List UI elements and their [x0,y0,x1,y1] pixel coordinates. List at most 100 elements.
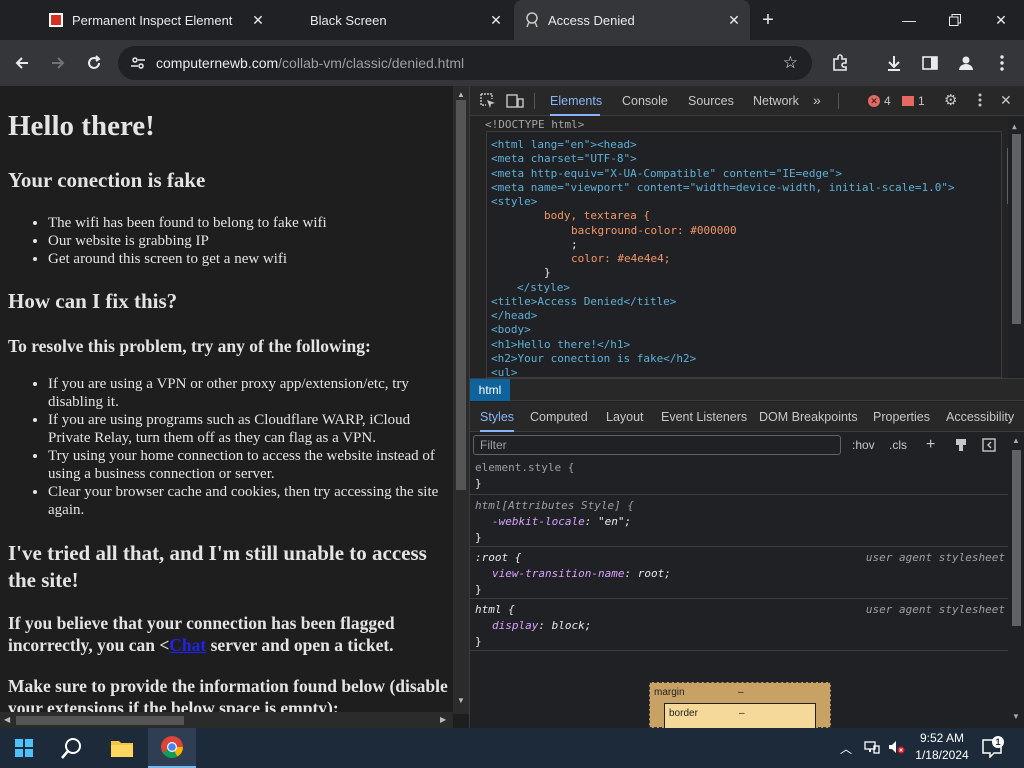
dom-line[interactable]: ; [571,238,578,252]
dom-line[interactable]: <meta http-equiv="X-UA-Compatible" conte… [491,167,842,181]
tab-black-screen[interactable]: Black Screen ✕ [276,0,512,40]
error-count[interactable]: ✕ 4 [868,94,891,108]
scroll-up-arrow-icon[interactable]: ▲ [1012,120,1017,134]
dom-line[interactable]: <style> [491,195,537,209]
show-hidden-icons-icon[interactable]: ︿ [840,740,852,757]
dom-line[interactable]: </style> [517,281,570,295]
dom-outer-scroll-thumb[interactable] [1012,134,1021,324]
file-explorer-icon[interactable] [98,728,146,768]
styles-scrollbar[interactable]: ▲ ▼ [1008,432,1024,728]
tab-title: Permanent Inspect Element [72,12,233,28]
new-tab-icon[interactable]: + [752,4,784,36]
scroll-down-arrow-icon[interactable]: ▼ [1012,712,1020,721]
tab-layout[interactable]: Layout [606,402,644,432]
tab-properties[interactable]: Properties [873,402,930,432]
restore-icon[interactable] [932,0,978,40]
close-tab-icon[interactable]: ✕ [726,12,742,28]
reload-icon[interactable] [78,47,110,79]
dom-line[interactable]: color: #e4e4e4; [571,252,670,266]
rule-declaration[interactable]: display: block; [492,618,591,634]
dom-line[interactable]: <ul> [491,366,518,378]
breadcrumb-html[interactable]: html [470,379,510,401]
windows-start-icon[interactable] [0,728,48,768]
minimize-icon[interactable]: — [886,0,932,40]
dom-line[interactable]: background-color: #000000 [571,224,737,238]
filter-input[interactable]: Filter [473,435,841,455]
scroll-down-arrow-icon[interactable]: ▼ [457,696,465,705]
issues-count[interactable]: 1 [902,94,925,108]
dom-line[interactable]: <meta charset="UTF-8"> [491,152,637,166]
page-scroll-thumb[interactable] [456,100,466,490]
tab-dom-breakpoints[interactable]: DOM Breakpoints [759,402,858,432]
cls-button[interactable]: .cls [889,436,907,454]
forward-icon[interactable] [42,47,74,79]
css-property: -webkit-locale [492,515,585,528]
dom-line[interactable]: <h2>Your conection is fake</h2> [491,352,696,366]
dom-line[interactable]: <h1>Hello there!</h1> [491,338,630,352]
new-style-rule-icon[interactable]: + [926,436,935,454]
tab-elements[interactable]: Elements [550,86,602,116]
border-value[interactable]: – [739,708,745,719]
rule-html[interactable]: html { user agent stylesheet display: bl… [470,600,1008,651]
page-horizontal-scrollbar[interactable]: ◀ ▶ [0,712,453,728]
dom-line[interactable]: </head> [491,309,537,323]
rule-element-style[interactable]: element.style { } [470,458,1008,495]
close-tab-icon[interactable]: ✕ [488,12,504,28]
tab-accessibility[interactable]: Accessibility [946,402,1014,432]
system-clock[interactable]: 9:52 AM 1/18/2024 [910,730,974,764]
scroll-up-arrow-icon[interactable]: ▲ [1012,436,1020,445]
site-info-icon[interactable] [130,55,146,71]
dom-line[interactable]: <body> [491,323,531,337]
chrome-taskbar-icon[interactable] [148,728,196,768]
margin-value[interactable]: – [738,687,744,698]
styles-scroll-thumb[interactable] [1012,450,1021,626]
hov-button[interactable]: :hov [852,436,875,454]
menu-dots-icon[interactable] [986,47,1018,79]
tab-styles[interactable]: Styles [480,402,515,432]
scroll-left-arrow-icon[interactable]: ◀ [4,715,10,724]
tab-computed[interactable]: Computed [530,402,588,432]
more-tabs-icon[interactable]: » [813,92,821,108]
dom-line[interactable]: <title>Access Denied</title> [491,295,676,309]
back-icon[interactable] [6,47,38,79]
dom-outer-scrollbar[interactable]: ▲ [1008,116,1024,378]
notifications-icon[interactable]: 1 [982,736,1004,763]
address-bar[interactable]: computernewb.com/collab-vm/classic/denie… [118,46,812,80]
page-hscroll-thumb[interactable] [16,716,184,725]
inspect-element-icon[interactable] [480,93,496,114]
side-panel-icon[interactable] [914,47,946,79]
chat-link[interactable]: Chat [169,635,206,655]
tab-network[interactable]: Network [753,86,799,116]
rule-root[interactable]: :root { user agent stylesheet view-trans… [470,548,1008,599]
device-toolbar-icon[interactable] [506,93,524,114]
settings-gear-icon[interactable]: ⚙ [944,93,957,108]
tab-access-denied[interactable]: Access Denied ✕ [514,0,750,40]
scroll-right-arrow-icon[interactable]: ▶ [440,715,446,724]
tab-permanent-inspect-element[interactable]: Permanent Inspect Element ✕ [38,0,274,40]
extensions-icon[interactable] [824,47,856,79]
scroll-up-arrow-icon[interactable]: ▲ [457,90,465,99]
dom-line[interactable]: } [544,266,551,280]
close-window-icon[interactable]: ✕ [978,0,1024,40]
bookmark-star-icon[interactable]: ☆ [783,54,798,71]
dom-line[interactable]: <meta name="viewport" content="width=dev… [491,181,955,195]
page-vertical-scrollbar[interactable]: ▲ ▼ [453,86,469,714]
close-devtools-icon[interactable]: ✕ [1000,92,1012,109]
search-icon[interactable] [48,728,96,768]
element-state-icon[interactable] [954,438,968,457]
rule-declaration[interactable]: view-transition-name: root; [492,566,671,582]
dom-line[interactable]: body, textarea { [544,209,650,223]
rule-attributes-style[interactable]: html[Attributes Style] { -webkit-locale:… [470,496,1008,547]
download-icon[interactable] [878,47,910,79]
close-tab-icon[interactable]: ✕ [250,12,266,28]
tab-console[interactable]: Console [622,86,668,116]
devtools-menu-icon[interactable] [978,93,982,112]
tab-sources[interactable]: Sources [688,86,734,116]
toggle-sidebar-icon[interactable] [982,438,996,457]
volume-muted-icon[interactable] [888,740,906,757]
rule-declaration[interactable]: -webkit-locale: "en"; [492,514,631,530]
dom-line[interactable]: <html lang="en"><head> [491,138,637,152]
network-icon[interactable] [864,740,880,757]
tab-event-listeners[interactable]: Event Listeners [661,402,747,432]
profile-icon[interactable] [950,47,982,79]
